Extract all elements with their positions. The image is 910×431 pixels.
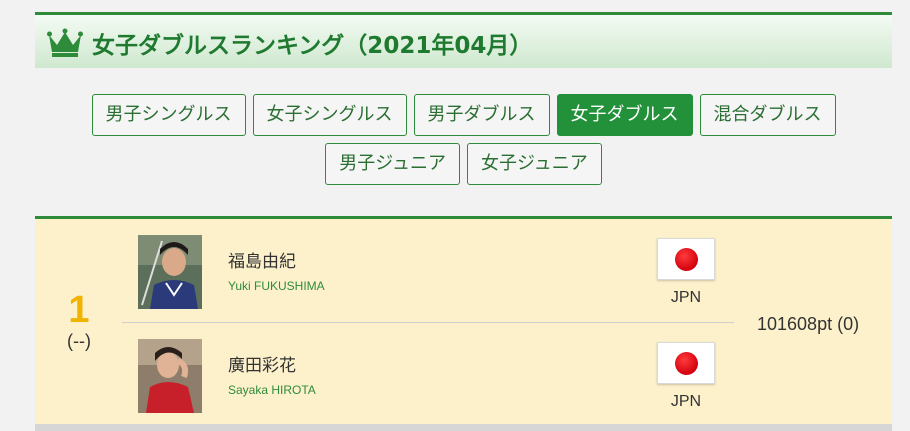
player-entry[interactable]: 福島由紀 Yuki FUKUSHIMA JPN	[138, 235, 748, 315]
rank-number: 1	[68, 289, 90, 331]
rank-change: (--)	[67, 331, 91, 351]
tab-womens-doubles[interactable]: 女子ダブルス	[556, 94, 693, 136]
next-row-divider	[35, 424, 892, 431]
player-photo[interactable]	[138, 339, 202, 413]
ranking-panel: 女子ダブルスランキング（2021年04月） 男子シングルス 女子シングルス 男子…	[35, 0, 892, 431]
tab-mixed-doubles[interactable]: 混合ダブルス	[699, 94, 836, 136]
player-country: JPN	[670, 393, 702, 410]
ranking-header: 女子ダブルスランキング（2021年04月）	[35, 12, 892, 68]
player-country: JPN	[670, 289, 702, 306]
player-name-en[interactable]: Yuki FUKUSHIMA	[228, 279, 325, 293]
category-tabs: 男子シングルス 女子シングルス 男子ダブルス 女子ダブルス 混合ダブルス 男子ジ…	[35, 94, 892, 192]
japan-flag-icon	[657, 342, 715, 384]
ranking-points: 101608pt (0)	[757, 314, 860, 334]
player-name-jp[interactable]: 廣田彩花	[228, 351, 296, 376]
player-name-en[interactable]: Sayaka HIROTA	[228, 383, 316, 397]
ranking-row: 1 (--) 福島由紀 Yuki FUKUSHIMA JPN 廣田彩花 Saya…	[35, 216, 892, 424]
player-photo[interactable]	[138, 235, 202, 309]
tab-womens-singles[interactable]: 女子シングルス	[252, 94, 407, 136]
tab-mens-singles[interactable]: 男子シングルス	[91, 94, 246, 136]
tab-mens-doubles[interactable]: 男子ダブルス	[413, 94, 550, 136]
tab-boys-junior[interactable]: 男子ジュニア	[325, 143, 460, 185]
player-divider	[122, 322, 734, 323]
player-entry[interactable]: 廣田彩花 Sayaka HIROTA JPN	[138, 339, 748, 419]
japan-flag-icon	[657, 238, 715, 280]
crown-icon	[47, 28, 83, 57]
page-title: 女子ダブルスランキング（2021年04月）	[92, 33, 533, 59]
tab-girls-junior[interactable]: 女子ジュニア	[467, 143, 602, 185]
player-name-jp[interactable]: 福島由紀	[228, 247, 296, 272]
